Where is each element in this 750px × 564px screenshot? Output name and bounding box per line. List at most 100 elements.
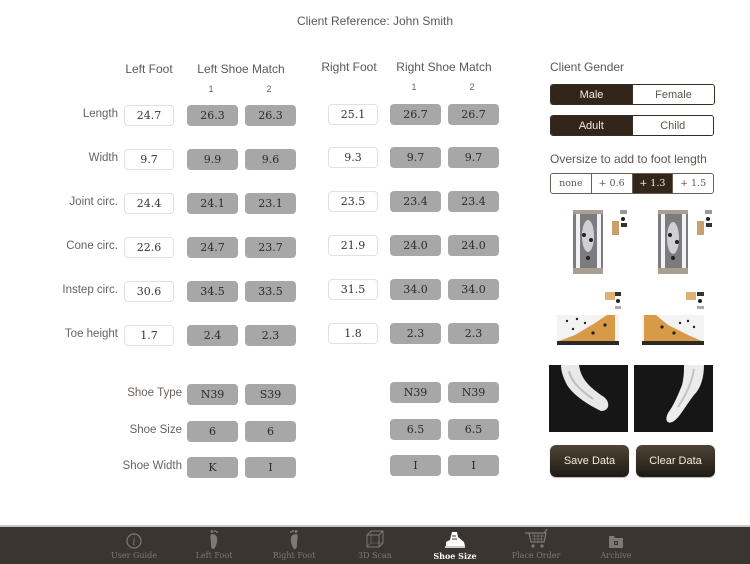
client-reference-title: Client Reference: John Smith <box>296 14 454 28</box>
right-match-1-value: 23.4 <box>390 191 441 212</box>
tab-label: Shoe Size <box>433 551 477 561</box>
cube-icon <box>365 527 385 549</box>
oversize-option-none[interactable]: none <box>551 174 591 193</box>
left-foot-value-field[interactable]: 9.7 <box>124 149 174 170</box>
measurement-label: Toe height <box>64 328 118 340</box>
shoe-attribute-label: Shoe Type <box>127 387 182 399</box>
measurement-label: Instep circ. <box>62 284 118 296</box>
right-foot-value-field[interactable]: 21.9 <box>328 235 378 256</box>
foot-top-scan-image <box>573 210 627 274</box>
left-match-col-1: 1 <box>208 84 214 94</box>
right-match-2-value: 2.3 <box>448 323 499 344</box>
shoe-icon <box>444 527 466 549</box>
left-match-2-value: 33.5 <box>245 281 296 302</box>
clear-data-button[interactable]: Clear Data <box>636 445 715 477</box>
right-match-1-value: 24.0 <box>390 235 441 256</box>
oversize-option-0-6[interactable]: + 0.6 <box>590 174 632 193</box>
left-match-1-value: 2.4 <box>187 325 238 346</box>
right-match-1-value: 34.0 <box>390 279 441 300</box>
right-match-col-2: 2 <box>469 82 475 92</box>
left-foot-icon <box>208 527 220 549</box>
left-shoe-1-value: N39 <box>187 384 238 405</box>
left-match-col-2: 2 <box>266 84 272 94</box>
tab-left-foot[interactable]: Left Foot <box>174 527 254 564</box>
right-match-col-1: 1 <box>411 82 417 92</box>
oversize-label: Oversize to add to foot length <box>550 152 707 166</box>
right-foot-value-field[interactable]: 9.3 <box>328 147 378 168</box>
right-foot-header: Right Foot <box>321 60 377 74</box>
info-icon: i <box>126 527 142 549</box>
right-foot-value-field[interactable]: 23.5 <box>328 191 378 212</box>
left-match-1-value: 9.9 <box>187 149 238 170</box>
tab-shoe-size[interactable]: Shoe Size <box>415 527 495 564</box>
age-option-child[interactable]: Child <box>631 116 713 135</box>
left-match-1-value: 26.3 <box>187 105 238 126</box>
tab-label: Place Order <box>511 551 561 560</box>
right-shoe-1-value: 6.5 <box>390 419 441 440</box>
tab-label: Left Foot <box>195 551 233 560</box>
right-match-2-value: 34.0 <box>448 279 499 300</box>
right-foot-value-field[interactable]: 31.5 <box>328 279 378 300</box>
oversize-segmented-control: none + 0.6 + 1.3 + 1.5 <box>550 173 714 194</box>
tab-right-foot[interactable]: Right Foot <box>254 527 334 564</box>
right-foot-value-field[interactable]: 1.8 <box>328 323 378 344</box>
foot-3d-model-image <box>561 365 609 411</box>
right-foot-side-scan-thumbnail[interactable] <box>640 287 710 347</box>
right-shoe-match-header: Right Shoe Match <box>396 60 492 74</box>
right-match-1-value: 26.7 <box>390 104 441 125</box>
right-match-2-value: 23.4 <box>448 191 499 212</box>
archive-icon <box>608 527 624 549</box>
right-shoe-2-value: N39 <box>448 382 499 403</box>
right-foot-3d-render[interactable] <box>634 365 713 432</box>
left-match-2-value: 26.3 <box>245 105 296 126</box>
left-foot-value-field[interactable]: 22.6 <box>124 237 174 258</box>
left-shoe-2-value: I <box>245 457 296 478</box>
tab-label: Archive <box>600 551 632 560</box>
left-foot-top-scan-thumbnail[interactable] <box>560 208 635 276</box>
right-shoe-2-value: 6.5 <box>448 419 499 440</box>
oversize-option-1-3[interactable]: + 1.3 <box>631 174 673 193</box>
left-foot-3d-render[interactable] <box>549 365 628 432</box>
foot-top-scan-image <box>658 210 712 274</box>
right-foot-icon <box>288 527 300 549</box>
shoe-attribute-label: Shoe Width <box>122 460 182 472</box>
bottom-tab-bar: i User Guide Left Foot Right Foot 3D Sca… <box>0 525 750 564</box>
save-data-button[interactable]: Save Data <box>550 445 629 477</box>
measurement-label: Width <box>88 152 118 164</box>
tab-label: 3D Scan <box>358 551 392 560</box>
right-shoe-2-value: I <box>448 455 499 476</box>
left-foot-value-field[interactable]: 24.7 <box>124 105 174 126</box>
tab-label: User Guide <box>111 551 157 560</box>
gender-option-male[interactable]: Male <box>551 85 632 104</box>
left-match-2-value: 23.1 <box>245 193 296 214</box>
left-match-2-value: 23.7 <box>245 237 296 258</box>
left-foot-value-field[interactable]: 1.7 <box>124 325 174 346</box>
left-match-1-value: 34.5 <box>187 281 238 302</box>
tab-archive[interactable]: Archive <box>576 527 656 564</box>
right-match-1-value: 2.3 <box>390 323 441 344</box>
right-foot-value-field[interactable]: 25.1 <box>328 104 378 125</box>
left-shoe-2-value: 6 <box>245 421 296 442</box>
right-match-2-value: 24.0 <box>448 235 499 256</box>
left-match-2-value: 9.6 <box>245 149 296 170</box>
left-foot-side-scan-thumbnail[interactable] <box>555 287 625 347</box>
tab-label: Right Foot <box>272 551 316 560</box>
age-option-adult[interactable]: Adult <box>551 116 632 135</box>
foot-side-scan-image <box>642 292 704 345</box>
left-foot-value-field[interactable]: 24.4 <box>124 193 174 214</box>
right-foot-top-scan-thumbnail[interactable] <box>645 208 720 276</box>
right-match-2-value: 26.7 <box>448 104 499 125</box>
tab-3d-scan[interactable]: 3D Scan <box>335 527 415 564</box>
left-foot-value-field[interactable]: 30.6 <box>124 281 174 302</box>
tab-place-order[interactable]: Place Order <box>496 527 576 564</box>
tab-user-guide[interactable]: i User Guide <box>94 527 174 564</box>
age-segmented-control: Adult Child <box>550 115 714 136</box>
foot-side-scan-image <box>557 292 621 345</box>
left-match-1-value: 24.1 <box>187 193 238 214</box>
measurement-label: Joint circ. <box>69 196 118 208</box>
left-shoe-1-value: K <box>187 457 238 478</box>
oversize-option-1-5[interactable]: + 1.5 <box>672 174 713 193</box>
gender-option-female[interactable]: Female <box>632 85 714 104</box>
left-shoe-2-value: S39 <box>245 384 296 405</box>
svg-text:i: i <box>132 537 135 548</box>
